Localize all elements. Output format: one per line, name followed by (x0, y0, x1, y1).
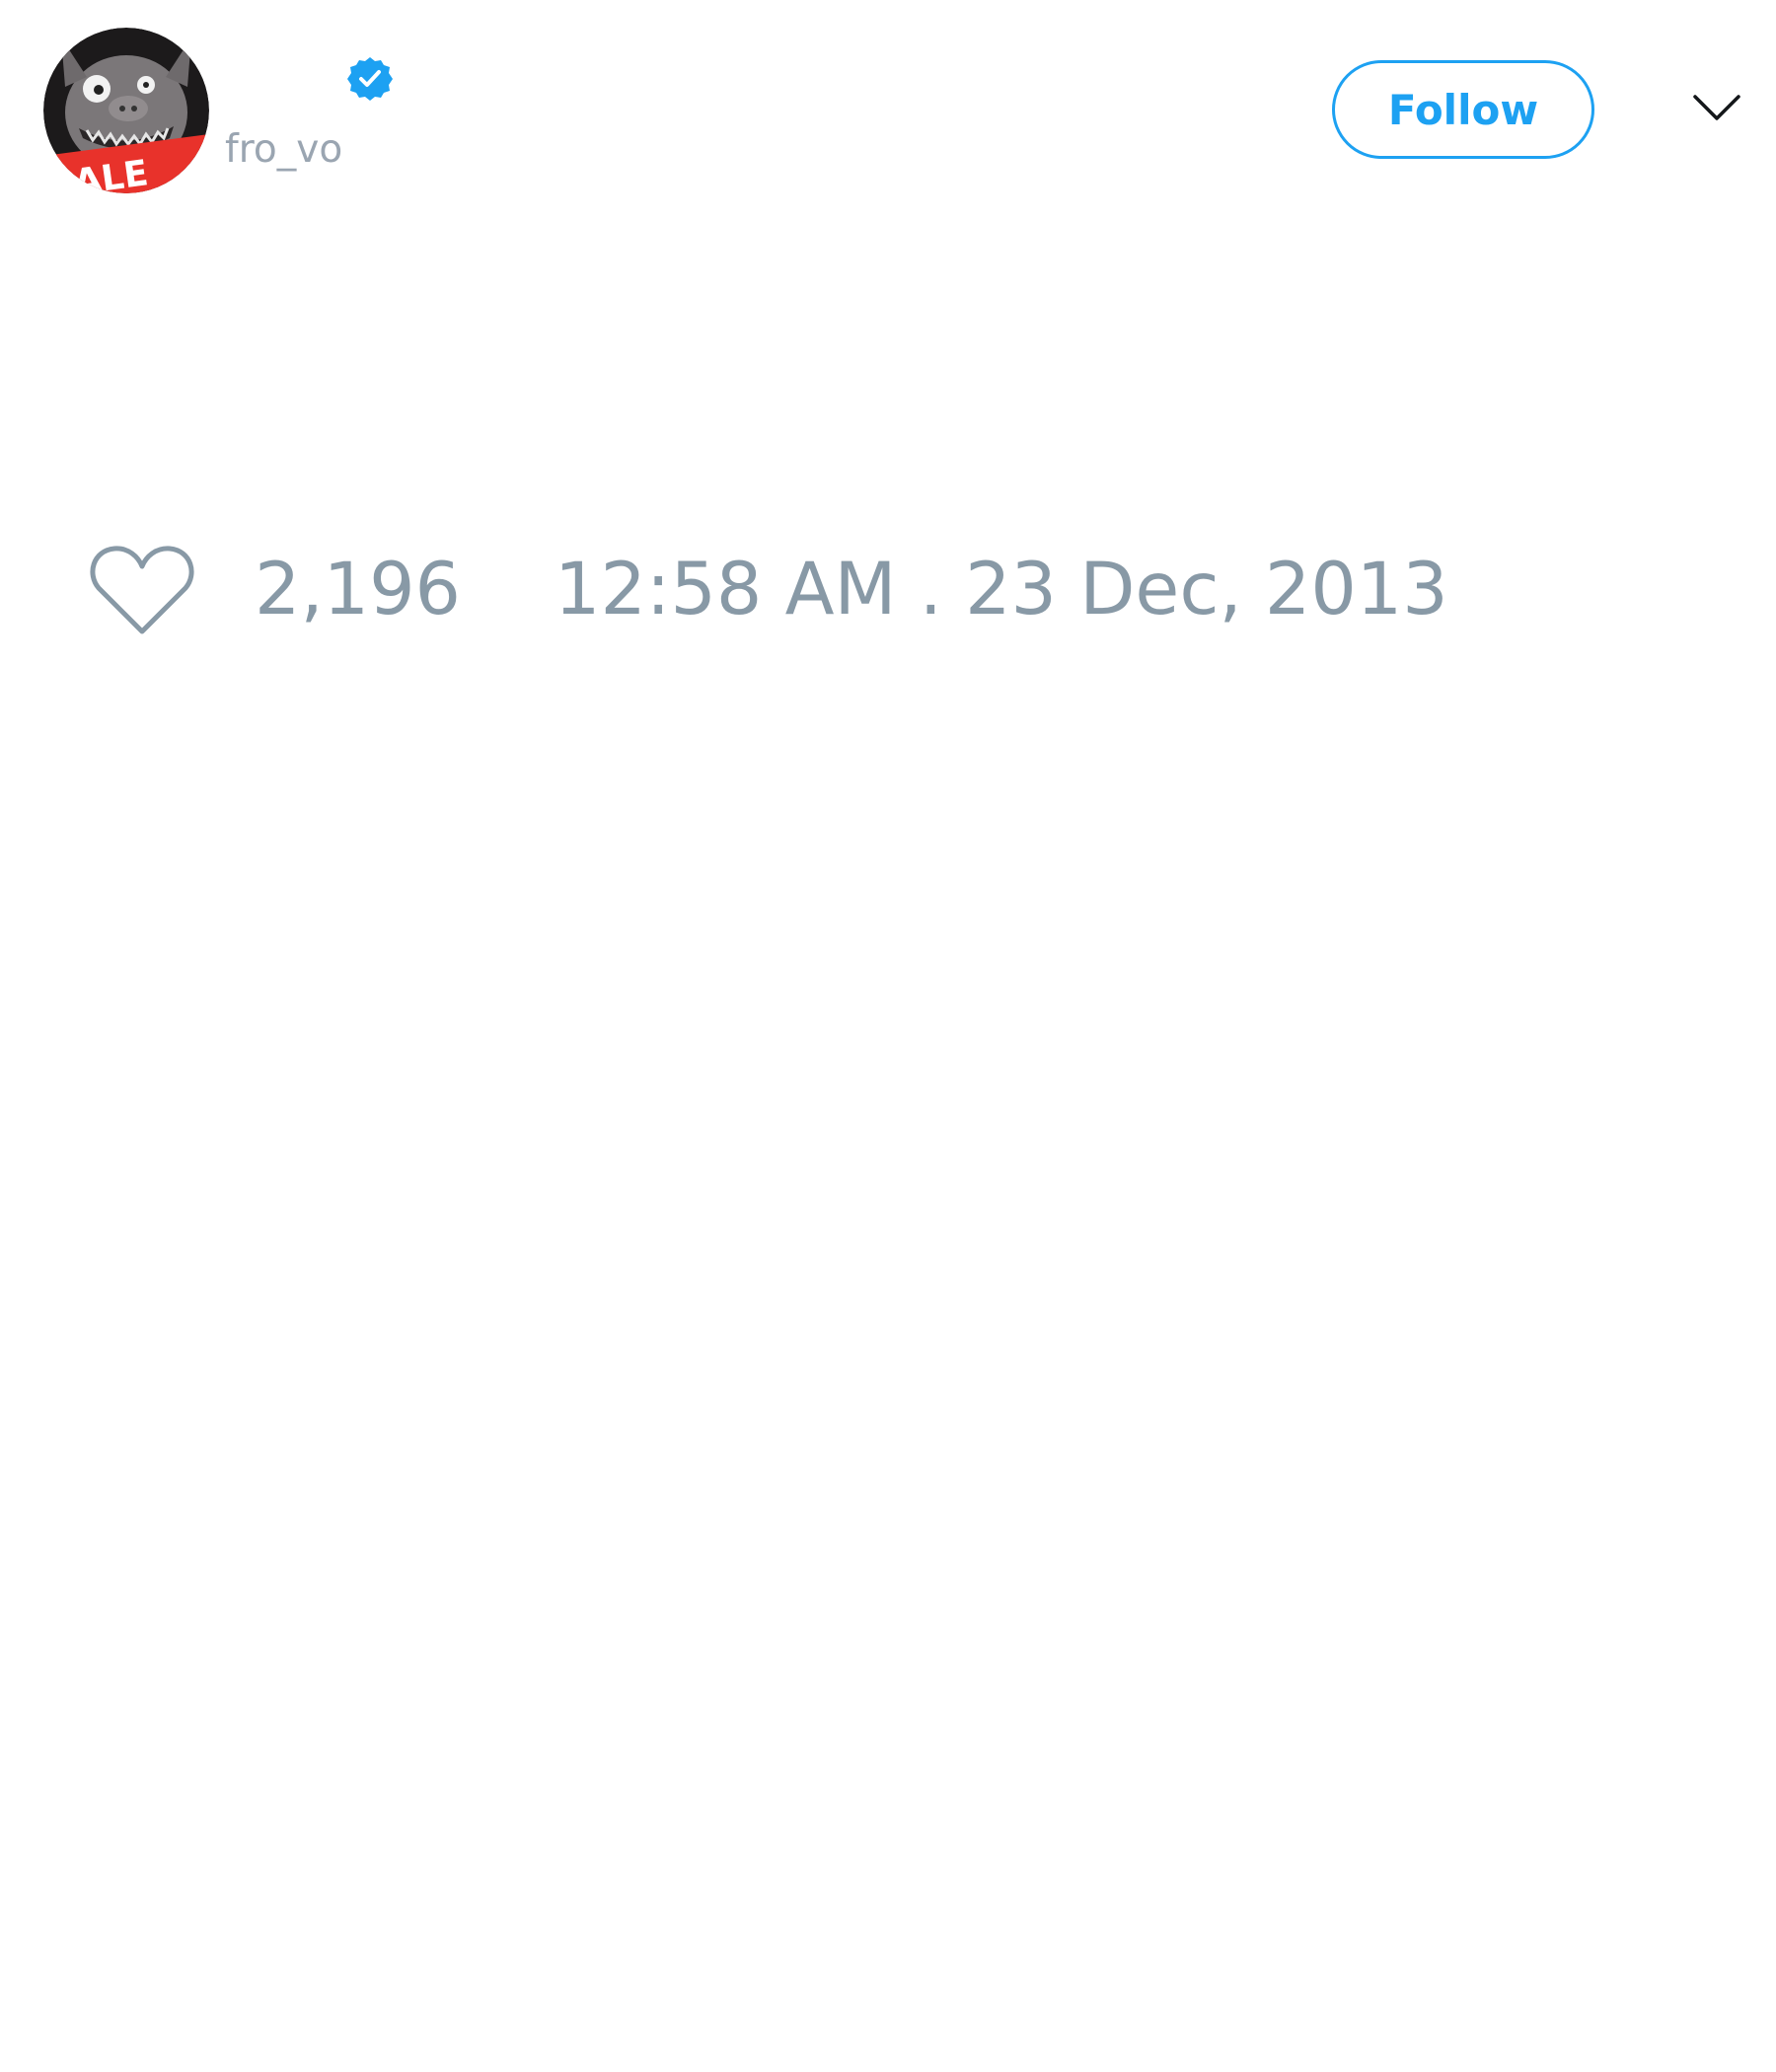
author-handle[interactable]: fro_vo (225, 126, 342, 174)
avatar[interactable]: SALE (43, 28, 209, 193)
chevron-down-icon[interactable] (1692, 91, 1741, 124)
tweet-timestamp[interactable]: 12:58 AM . 23 Dec, 2013 (555, 541, 1448, 639)
like-count: 2,196 (255, 548, 461, 631)
tweet-footer: 2,196 12:58 AM . 23 Dec, 2013 (89, 541, 1448, 639)
verified-badge-icon (346, 55, 394, 103)
follow-button[interactable]: Follow (1332, 60, 1594, 159)
follow-button-label: Follow (1387, 85, 1539, 134)
tweet-card: SALE fro_vo Follow 2,196 12:58 AM . 23 D… (0, 0, 1776, 2072)
avatar-image: SALE (43, 28, 209, 193)
heart-icon[interactable] (89, 541, 195, 639)
